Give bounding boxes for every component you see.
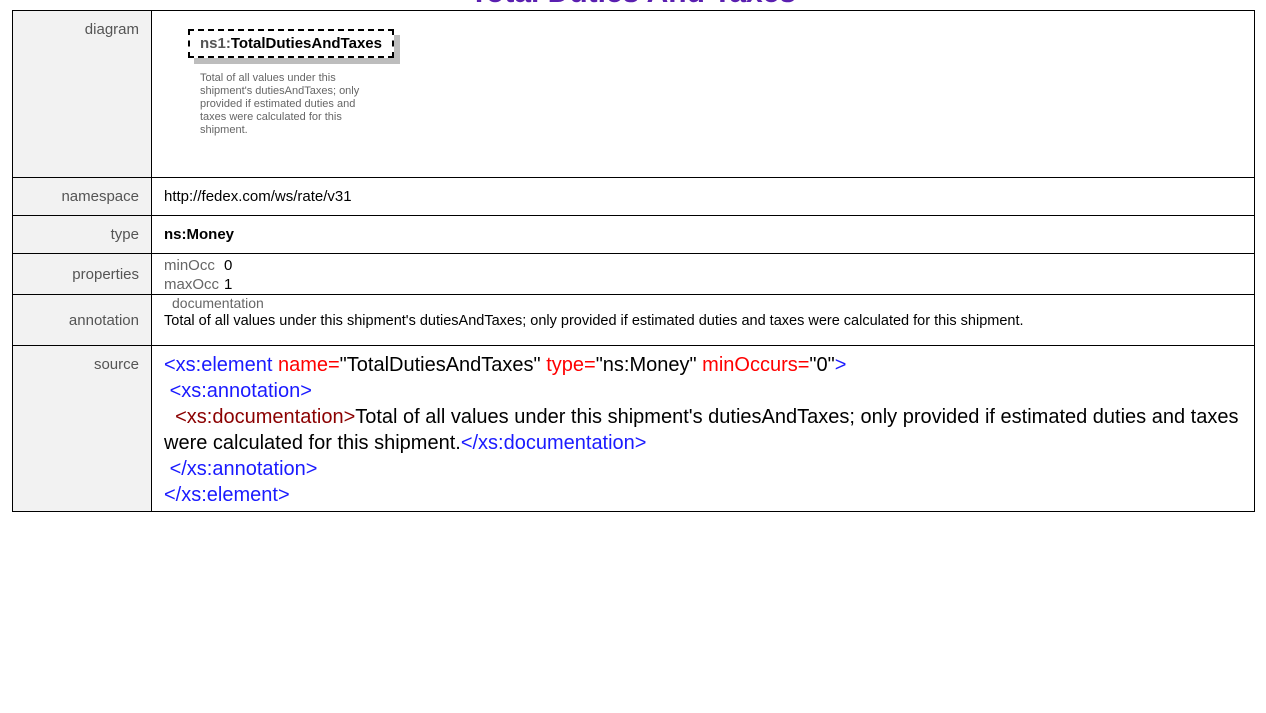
src-doc-open: <xs:documentation> — [164, 406, 356, 428]
element-diagram: ns1:TotalDutiesAndTaxes Total of all val… — [188, 29, 394, 137]
row-source: source <xs:element name="TotalDutiesAndT… — [12, 345, 1255, 512]
src-tag-close: > — [834, 354, 847, 376]
src-annotation-open: <xs:annotation> — [164, 380, 312, 402]
prop-key-min: minOcc — [164, 257, 215, 274]
row-type: type ns:Money — [12, 215, 1255, 254]
src-element-close: </xs:element> — [164, 484, 290, 506]
src-attr-name: name= — [277, 354, 340, 376]
annotation-cell: documentation Total of all values under … — [151, 294, 1255, 346]
row-label-properties: properties — [12, 253, 152, 295]
annotation-head: documentation — [172, 295, 264, 311]
src-attr-minoccurs: minOccurs= — [702, 354, 810, 376]
element-prefix: ns1: — [200, 35, 231, 52]
row-namespace: namespace http://fedex.com/ws/rate/v31 — [12, 177, 1255, 216]
annotation-text: Total of all values under this shipment'… — [164, 313, 1024, 329]
element-doc-table: diagram ns1:TotalDutiesAndTaxes Total of… — [12, 10, 1255, 512]
namespace-value: http://fedex.com/ws/rate/v31 — [151, 177, 1255, 216]
src-val-minoccurs: "0" — [809, 354, 835, 376]
element-name: TotalDutiesAndTaxes — [230, 35, 382, 52]
prop-val-min: 0 — [224, 257, 233, 274]
properties-cell: minOcc 0 maxOcc 1 — [151, 253, 1255, 295]
source-code: <xs:element name="TotalDutiesAndTaxes" t… — [164, 346, 1254, 508]
src-val-name: "TotalDutiesAndTaxes" — [339, 354, 547, 376]
row-label-source: source — [12, 345, 152, 512]
row-annotation: annotation documentation Total of all va… — [12, 294, 1255, 346]
page-title: Total Duties And Taxes — [0, 0, 1266, 8]
source-cell: <xs:element name="TotalDutiesAndTaxes" t… — [151, 345, 1255, 512]
row-label-namespace: namespace — [12, 177, 152, 216]
diagram-cell: ns1:TotalDutiesAndTaxes Total of all val… — [151, 10, 1255, 178]
src-annotation-close: </xs:annotation> — [164, 458, 318, 480]
prop-val-max: 1 — [224, 276, 233, 293]
element-node[interactable]: ns1:TotalDutiesAndTaxes — [188, 29, 394, 58]
src-doc-close: </xs:documentation> — [460, 432, 647, 454]
row-label-diagram: diagram — [12, 10, 152, 178]
prop-key-max: maxOcc — [164, 276, 220, 293]
src-tag-element: <xs:element — [164, 354, 278, 376]
row-label-annotation: annotation — [12, 294, 152, 346]
diagram-doc-text: Total of all values under this shipment'… — [200, 72, 360, 136]
type-link[interactable]: ns:Money — [164, 226, 234, 243]
row-label-type: type — [12, 215, 152, 254]
row-properties: properties minOcc 0 maxOcc 1 — [12, 253, 1255, 295]
type-value: ns:Money — [151, 215, 1255, 254]
src-val-type: "ns:Money" — [595, 354, 703, 376]
src-attr-type: type= — [546, 354, 596, 376]
row-diagram: diagram ns1:TotalDutiesAndTaxes Total of… — [12, 10, 1255, 178]
